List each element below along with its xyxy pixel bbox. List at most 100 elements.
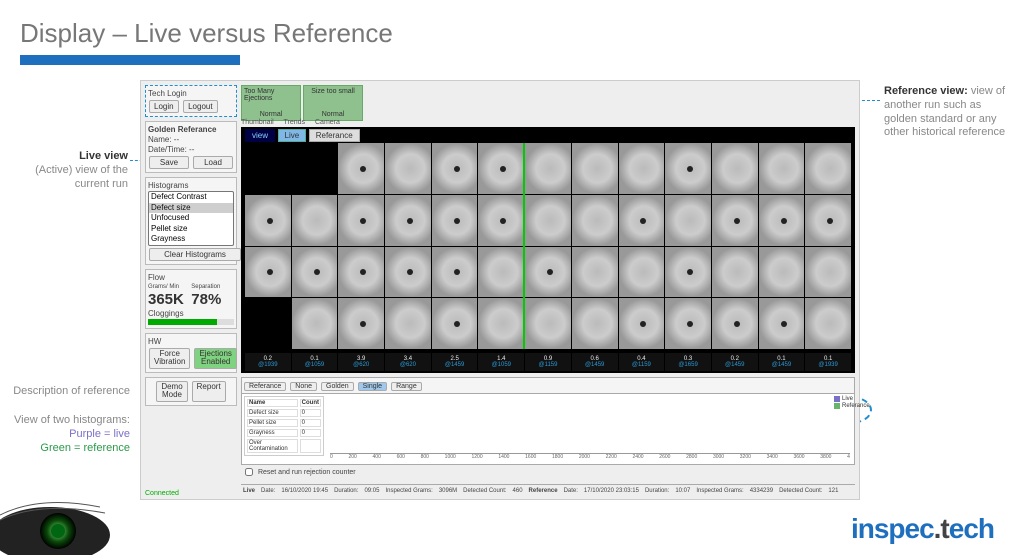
- status-bar: Live Date:16/10/2020 19:45 Duration:09:0…: [241, 484, 855, 497]
- callout-desc-ref: Description of reference: [8, 385, 130, 399]
- pellet-thumbnail[interactable]: [712, 195, 758, 246]
- pellet-thumbnail[interactable]: [292, 143, 338, 194]
- reset-checkbox[interactable]: [245, 468, 253, 476]
- pellet-thumbnail[interactable]: [245, 143, 291, 194]
- golden-ref-label: Golden Referance: [148, 125, 234, 134]
- view-tabs: view Live Referance: [245, 129, 360, 142]
- pellet-thumbnail[interactable]: [478, 298, 524, 349]
- reset-counter[interactable]: Reset and run rejection counter: [241, 465, 356, 479]
- pellet-thumbnail[interactable]: [478, 143, 524, 194]
- pellet-thumbnail[interactable]: [712, 298, 758, 349]
- strip-cell: 0.1@1939: [805, 353, 851, 371]
- pellet-thumbnail[interactable]: [338, 247, 384, 298]
- view-tab-live[interactable]: Live: [278, 129, 307, 142]
- pellet-thumbnail[interactable]: [385, 298, 431, 349]
- force-vibration-button[interactable]: Force Vibration: [149, 348, 190, 369]
- pellet-thumbnail[interactable]: [759, 247, 805, 298]
- cloggings-label: Cloggings: [148, 309, 234, 318]
- strip-cell: 0.3@1659: [665, 353, 711, 371]
- strip-cell: 2.5@1459: [432, 353, 478, 371]
- report-button[interactable]: Report: [192, 381, 226, 402]
- pellet-thumbnail[interactable]: [805, 247, 851, 298]
- pellet-thumbnail[interactable]: [245, 195, 291, 246]
- login-button[interactable]: Login: [149, 100, 179, 113]
- pellet-thumbnail[interactable]: [432, 143, 478, 194]
- pellet-thumbnail[interactable]: [292, 298, 338, 349]
- tab-camera[interactable]: Camera: [315, 119, 340, 126]
- pellet-thumbnail[interactable]: [432, 298, 478, 349]
- pellet-thumbnail[interactable]: [572, 143, 618, 194]
- reference-label-button[interactable]: Referance: [244, 382, 286, 391]
- clear-histograms-button[interactable]: Clear Histograms: [149, 248, 241, 261]
- callout-ref-view: Reference view: view of another run such…: [884, 85, 1014, 140]
- pellet-thumbnail[interactable]: [619, 298, 665, 349]
- pellet-thumbnail[interactable]: [525, 298, 571, 349]
- pellet-thumbnail[interactable]: [712, 247, 758, 298]
- pellet-thumbnail[interactable]: [805, 195, 851, 246]
- strip-cell: 0.1@1459: [759, 353, 805, 371]
- pellet-thumbnail[interactable]: [385, 195, 431, 246]
- pellet-thumbnail[interactable]: [619, 143, 665, 194]
- pellet-thumbnail[interactable]: [478, 247, 524, 298]
- strip-cell: 0.4@1159: [619, 353, 665, 371]
- pellet-thumbnail[interactable]: [292, 195, 338, 246]
- pellet-thumbnail[interactable]: [338, 143, 384, 194]
- pellet-thumbnail[interactable]: [245, 298, 291, 349]
- pellet-thumbnail[interactable]: [619, 247, 665, 298]
- strip-cell: 3.4@620: [385, 353, 431, 371]
- tabs-top: Thumbnail Trends Camera: [241, 119, 348, 126]
- strip-cell: 0.1@1059: [292, 353, 338, 371]
- pellet-thumbnail[interactable]: [759, 195, 805, 246]
- accent-bar: [20, 55, 240, 65]
- pellet-thumbnail[interactable]: [572, 247, 618, 298]
- load-button[interactable]: Load: [193, 156, 233, 169]
- pellet-thumbnail[interactable]: [665, 195, 711, 246]
- pellet-thumbnail[interactable]: [665, 143, 711, 194]
- demo-mode-button[interactable]: Demo Mode: [156, 381, 187, 402]
- grid-divider: [523, 143, 525, 349]
- rejection-table: NameCountDefect size0Pellet size0Graynes…: [244, 396, 324, 456]
- pellet-thumbnail[interactable]: [245, 247, 291, 298]
- pellet-thumbnail[interactable]: [525, 247, 571, 298]
- pellet-thumbnail[interactable]: [525, 143, 571, 194]
- pellet-thumbnail[interactable]: [712, 143, 758, 194]
- pellet-thumbnail[interactable]: [338, 195, 384, 246]
- reference-range-button[interactable]: Range: [391, 382, 422, 391]
- pellet-thumbnail[interactable]: [759, 298, 805, 349]
- pellet-thumbnail[interactable]: [665, 247, 711, 298]
- reference-golden-button[interactable]: Golden: [321, 382, 354, 391]
- pellet-thumbnail[interactable]: [385, 143, 431, 194]
- pellet-thumbnail[interactable]: [805, 298, 851, 349]
- reference-single-button[interactable]: Single: [358, 382, 387, 391]
- pellet-thumbnail[interactable]: [292, 247, 338, 298]
- pellet-thumbnail[interactable]: [338, 298, 384, 349]
- tile-size-too-small: Size too small Normal: [303, 85, 363, 121]
- cloggings-bar: [148, 319, 234, 325]
- histogram-select[interactable]: Defect ContrastDefect sizeUnfocusedPelle…: [148, 191, 234, 246]
- strip-cell: 0.2@1939: [245, 353, 291, 371]
- pellet-thumbnail[interactable]: [432, 195, 478, 246]
- histogram-panel: NameCountDefect size0Pellet size0Graynes…: [241, 393, 855, 465]
- pellet-thumbnail[interactable]: [619, 195, 665, 246]
- logout-button[interactable]: Logout: [183, 100, 217, 113]
- pellet-thumbnail[interactable]: [572, 298, 618, 349]
- pellet-thumbnail[interactable]: [572, 195, 618, 246]
- logo-inspectech: inspec.tech: [851, 513, 994, 545]
- hist-label: Histograms: [148, 181, 234, 190]
- view-tab-reference[interactable]: Referance: [309, 129, 360, 142]
- pellet-thumbnail[interactable]: [478, 195, 524, 246]
- pellet-thumbnail[interactable]: [432, 247, 478, 298]
- pellet-thumbnail[interactable]: [759, 143, 805, 194]
- pellet-thumbnail[interactable]: [665, 298, 711, 349]
- save-button[interactable]: Save: [149, 156, 189, 169]
- pellet-thumbnail[interactable]: [385, 247, 431, 298]
- ejections-enabled-button[interactable]: Ejections Enabled: [194, 348, 236, 369]
- reference-none-button[interactable]: None: [290, 382, 317, 391]
- tab-trends[interactable]: Trends: [284, 119, 306, 126]
- pellet-thumbnail[interactable]: [525, 195, 571, 246]
- flow-label: Flow: [148, 273, 234, 282]
- tab-thumbnail[interactable]: Thumbnail: [241, 119, 274, 126]
- status-tiles: Too Many Ejections Normal Size too small…: [241, 85, 363, 121]
- pellet-thumbnail[interactable]: [805, 143, 851, 194]
- view-tab-view[interactable]: view: [245, 129, 275, 142]
